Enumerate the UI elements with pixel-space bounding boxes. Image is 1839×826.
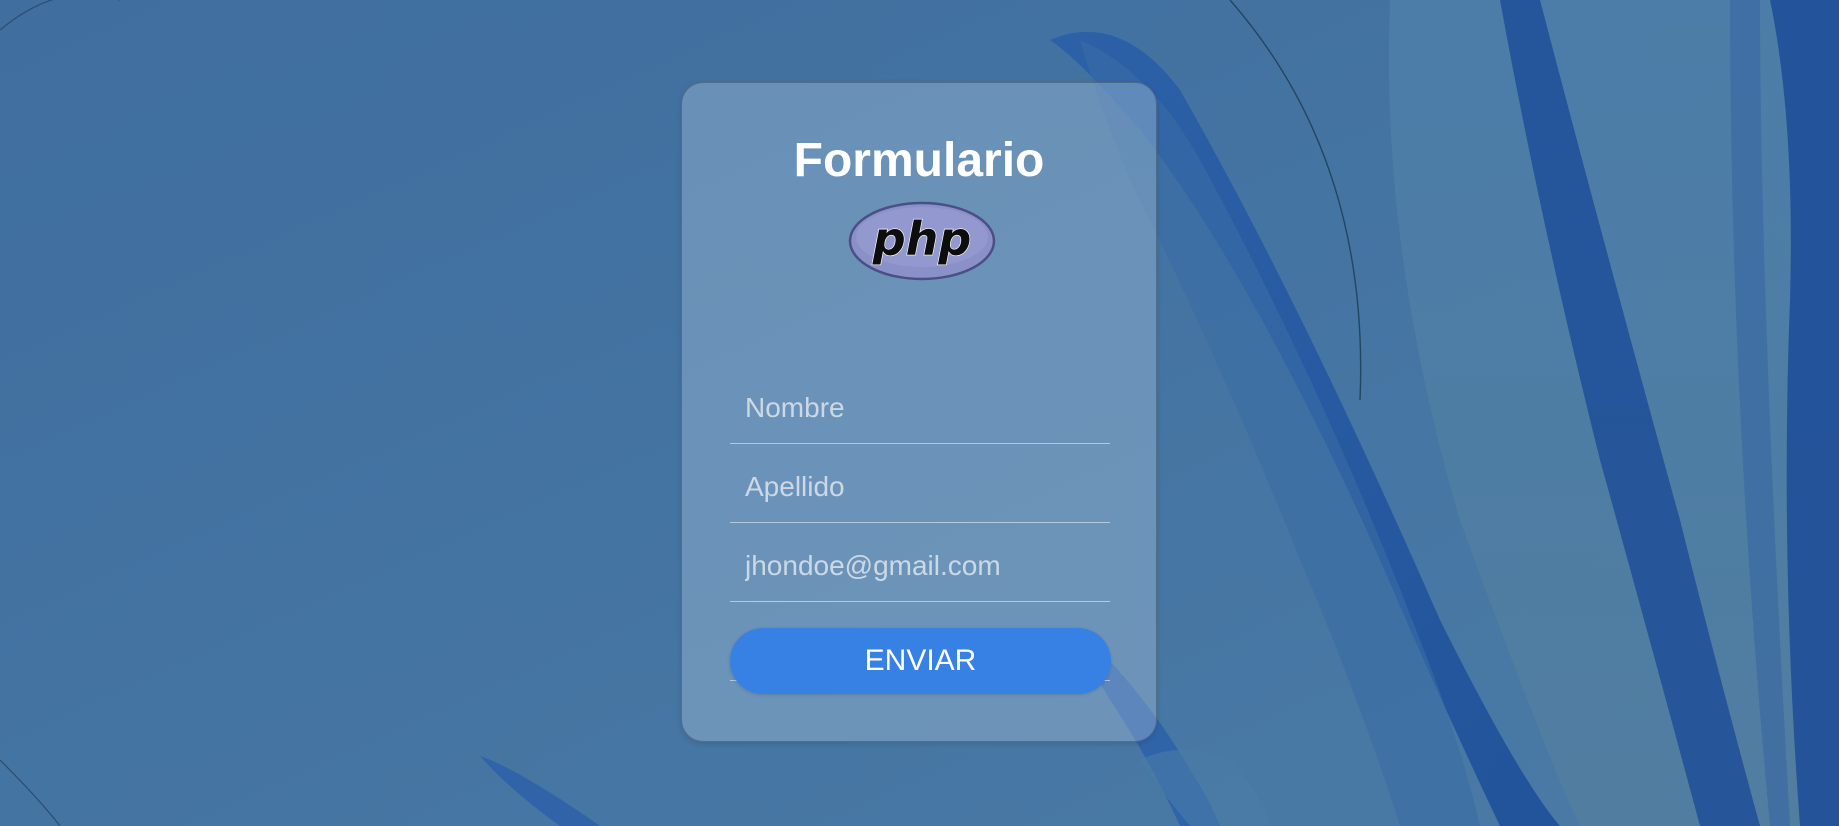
form-title: Formulario	[793, 134, 1045, 187]
apellido-input[interactable]	[730, 446, 1110, 522]
enviar-button[interactable]: ENVIAR	[730, 628, 1111, 694]
nombre-input[interactable]	[730, 367, 1110, 443]
php-logo: php	[848, 201, 996, 281]
form-card: Formulario php ENVIAR	[681, 82, 1157, 742]
nombre-field	[730, 367, 1110, 444]
email-field	[730, 525, 1110, 602]
email-input[interactable]	[730, 525, 1110, 601]
php-logo-text: php	[872, 212, 972, 266]
apellido-field	[730, 446, 1110, 523]
